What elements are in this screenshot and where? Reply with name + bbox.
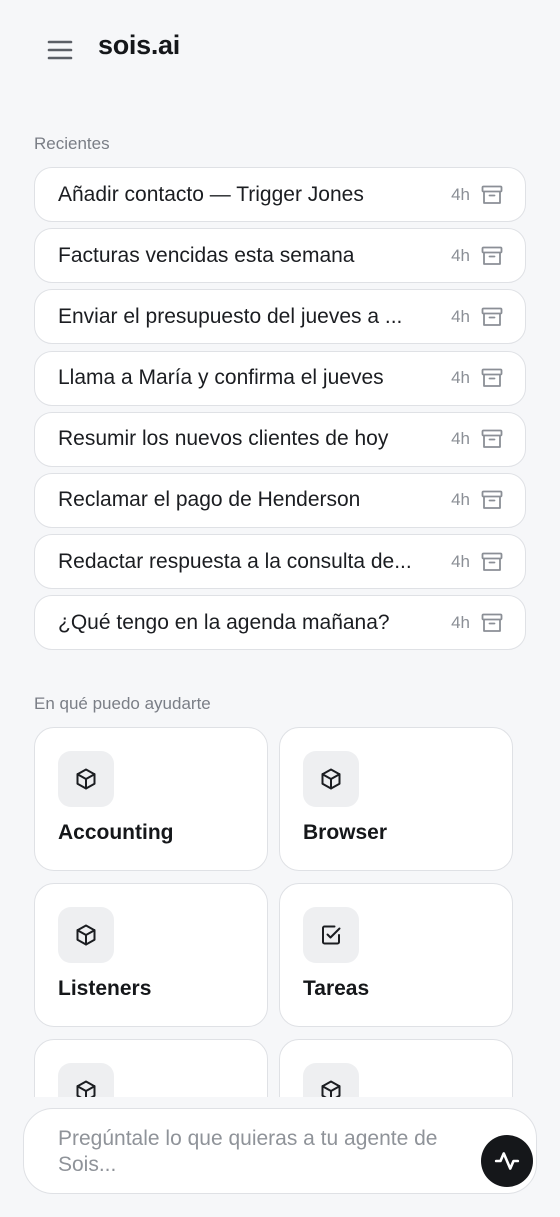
agents-grid: Accounting Browser Listeners Tareas (34, 727, 514, 1097)
recent-item[interactable]: Facturas vencidas esta semana 4h (34, 228, 526, 284)
archive-icon[interactable] (481, 245, 503, 267)
cube-icon (303, 751, 359, 807)
archive-icon[interactable] (481, 184, 503, 206)
archive-icon[interactable] (481, 367, 503, 389)
chat-input[interactable]: Pregúntale lo que quieras a tu agente de… (58, 1126, 478, 1178)
archive-icon[interactable] (481, 428, 503, 450)
agent-card-listeners[interactable]: Listeners (34, 883, 268, 1027)
recent-item[interactable]: Llama a María y confirma el jueves 4h (34, 350, 526, 406)
recent-item-time: 4h (451, 551, 470, 571)
recent-item-title: Redactar respuesta a la consulta de... (58, 549, 412, 573)
recent-item-time: 4h (451, 429, 470, 449)
help-section-label: En qué puedo ayudarte (34, 694, 211, 713)
recent-item-title: Enviar el presupuesto del jueves a ... (58, 304, 403, 328)
recent-item-title: ¿Qué tengo en la agenda mañana? (58, 610, 390, 634)
card-label: Browser (303, 821, 388, 844)
cube-icon (303, 1063, 359, 1097)
archive-icon[interactable] (481, 612, 503, 634)
agent-card-accounting[interactable]: Accounting (34, 727, 268, 871)
recent-item[interactable]: Enviar el presupuesto del jueves a ... 4… (34, 289, 526, 345)
recent-item[interactable]: Resumir los nuevos clientes de hoy 4h (34, 411, 526, 467)
card-label: Accounting (58, 821, 174, 844)
recent-item-title: Añadir contacto — Trigger Jones (58, 182, 364, 206)
recent-item-time: 4h (451, 184, 470, 204)
agent-card[interactable] (279, 1039, 513, 1097)
chat-composer[interactable]: Pregúntale lo que quieras a tu agente de… (23, 1108, 537, 1194)
recent-item[interactable]: Redactar respuesta a la consulta de... 4… (34, 534, 526, 590)
cube-icon (58, 907, 114, 963)
recents-label: Recientes (34, 134, 110, 153)
recent-item[interactable]: Añadir contacto — Trigger Jones 4h (34, 167, 526, 222)
recent-item-title: Llama a María y confirma el jueves (58, 366, 384, 390)
recent-item-time: 4h (451, 245, 470, 265)
send-button[interactable] (481, 1135, 533, 1187)
card-label: Listeners (58, 977, 152, 1000)
cube-icon (58, 751, 114, 807)
archive-icon[interactable] (481, 551, 503, 573)
app-title: sois.ai (98, 30, 180, 60)
agent-card-tareas[interactable]: Tareas (279, 883, 513, 1027)
hamburger-menu-icon[interactable] (44, 34, 76, 66)
archive-icon[interactable] (481, 306, 503, 328)
cube-icon (58, 1063, 114, 1097)
recent-item-time: 4h (451, 368, 470, 388)
recent-item[interactable]: Reclamar el pago de Henderson 4h (34, 472, 526, 528)
recent-item-time: 4h (451, 612, 470, 632)
agent-card[interactable] (34, 1039, 268, 1097)
recent-item[interactable]: ¿Qué tengo en la agenda mañana? 4h (34, 595, 526, 651)
app-header: sois.ai (0, 0, 560, 100)
activity-icon (494, 1148, 520, 1174)
recents-list: Añadir contacto — Trigger Jones 4h Factu… (34, 167, 526, 657)
archive-icon[interactable] (481, 489, 503, 511)
card-label: Tareas (303, 977, 370, 1000)
recent-item-title: Resumir los nuevos clientes de hoy (58, 427, 389, 451)
recent-item-time: 4h (451, 306, 470, 326)
checkbox-icon (303, 907, 359, 963)
agent-card-browser[interactable]: Browser (279, 727, 513, 871)
recent-item-time: 4h (451, 490, 470, 510)
recent-item-title: Reclamar el pago de Henderson (58, 488, 361, 512)
recent-item-title: Facturas vencidas esta semana (58, 243, 355, 267)
